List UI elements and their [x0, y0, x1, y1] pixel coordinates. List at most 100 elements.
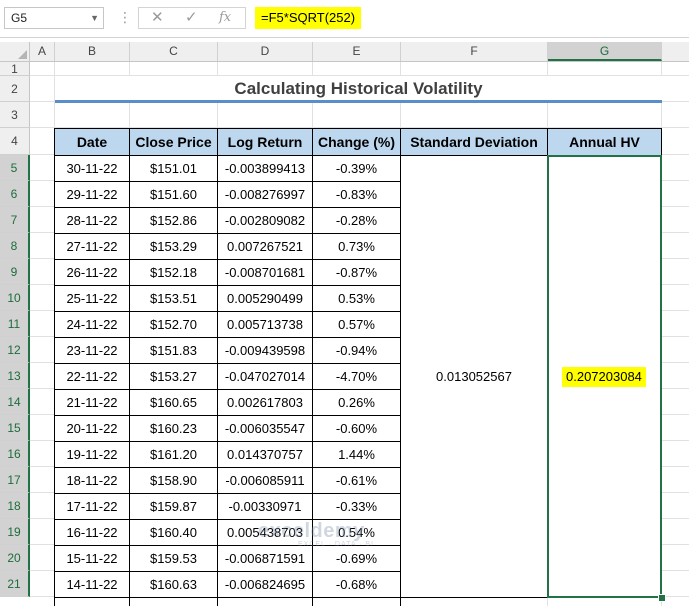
table-cell[interactable]: -0.39% [312, 155, 401, 182]
row-header-6[interactable]: 6 [0, 181, 30, 207]
table-cell[interactable]: 14-11-22 [54, 571, 130, 598]
enter-icon[interactable]: ✓ [185, 9, 198, 27]
table-cell[interactable]: $160.63 [129, 571, 218, 598]
row-header-14[interactable]: 14 [0, 389, 30, 415]
row-header-20[interactable]: 20 [0, 545, 30, 571]
table-cell[interactable]: $152.70 [129, 311, 218, 338]
table-cell[interactable]: -0.008701681 [217, 259, 313, 286]
table-cell[interactable]: -0.008276997 [217, 181, 313, 208]
table-cell[interactable]: -0.006085911 [217, 467, 313, 494]
row-header-3[interactable]: 3 [0, 102, 30, 128]
table-cell[interactable]: $153.51 [129, 285, 218, 312]
table-cell[interactable]: 0.002617803 [217, 389, 313, 416]
table-cell[interactable]: 0.73% [312, 233, 401, 260]
table-cell[interactable]: -0.60% [312, 415, 401, 442]
table-cell[interactable]: 0.014370757 [217, 441, 313, 468]
table-header-cell[interactable]: Date [54, 128, 130, 156]
table-cell[interactable]: -0.94% [312, 337, 401, 364]
select-all-button[interactable] [0, 42, 30, 61]
table-cell[interactable]: 22-11-22 [54, 363, 130, 390]
column-header-b[interactable]: B [55, 42, 130, 61]
table-cell[interactable]: -0.87% [312, 259, 401, 286]
table-cell[interactable]: -0.002809082 [217, 207, 313, 234]
table-cell[interactable]: $158.90 [129, 467, 218, 494]
table-cell[interactable]: -0.33% [312, 493, 401, 520]
row-header-8[interactable]: 8 [0, 233, 30, 259]
table-cell[interactable]: -0.00330971 [217, 493, 313, 520]
table-cell[interactable]: 0.005290499 [217, 285, 313, 312]
table-cell[interactable]: -0.009439598 [217, 337, 313, 364]
table-cell[interactable]: -4.70% [312, 363, 401, 390]
table-cell[interactable]: $153.27 [129, 363, 218, 390]
table-cell[interactable]: 30-11-22 [54, 155, 130, 182]
table-cell[interactable]: $151.01 [129, 155, 218, 182]
cancel-icon[interactable]: ✕ [151, 9, 164, 27]
table-cell[interactable]: -0.28% [312, 207, 401, 234]
table-cell[interactable]: -0.68% [312, 571, 401, 598]
table-cell[interactable]: 0.53% [312, 285, 401, 312]
table-cell[interactable]: 20-11-22 [54, 415, 130, 442]
table-cell[interactable]: $152.86 [129, 207, 218, 234]
table-header-cell[interactable]: Change (%) [312, 128, 401, 156]
table-cell[interactable]: 15-11-22 [54, 545, 130, 572]
table-cell[interactable]: 28-11-22 [54, 207, 130, 234]
row-header-9[interactable]: 9 [0, 259, 30, 285]
standard-deviation-cell[interactable]: 0.013052567 [400, 155, 548, 598]
name-box[interactable]: G5 ▼ [4, 7, 104, 29]
table-cell[interactable]: 29-11-22 [54, 181, 130, 208]
table-cell[interactable]: -0.047027014 [217, 363, 313, 390]
table-cell[interactable]: 1.44% [312, 441, 401, 468]
row-header-12[interactable]: 12 [0, 337, 30, 363]
row-header-2[interactable]: 2 [0, 76, 30, 102]
table-cell[interactable]: -0.006824695 [217, 571, 313, 598]
table-cell[interactable]: $159.53 [129, 545, 218, 572]
row-header-19[interactable]: 19 [0, 519, 30, 545]
row-header-1[interactable]: 1 [0, 62, 30, 76]
table-cell[interactable]: $161.20 [129, 441, 218, 468]
table-cell[interactable]: $160.23 [129, 415, 218, 442]
table-cell[interactable]: 19-11-22 [54, 441, 130, 468]
column-header-d[interactable]: D [218, 42, 313, 61]
table-cell[interactable]: -0.003899413 [217, 155, 313, 182]
table-cell[interactable]: 16-11-22 [54, 519, 130, 546]
formula-input[interactable]: =F5*SQRT(252) [255, 7, 362, 29]
chevron-down-icon[interactable]: ▼ [90, 8, 99, 28]
table-cell[interactable]: $151.60 [129, 181, 218, 208]
insert-function-icon[interactable]: fx [219, 9, 231, 27]
table-cell[interactable]: -0.61% [312, 467, 401, 494]
table-cell[interactable]: $160.40 [129, 519, 218, 546]
row-header-7[interactable]: 7 [0, 207, 30, 233]
column-header-c[interactable]: C [130, 42, 218, 61]
row-header-13[interactable]: 13 [0, 363, 30, 389]
table-header-cell[interactable]: Annual HV [547, 128, 662, 156]
column-header-e[interactable]: E [313, 42, 401, 61]
drag-handle-icon[interactable]: ⋮ [118, 8, 132, 26]
row-header-16[interactable]: 16 [0, 441, 30, 467]
column-header-f[interactable]: F [401, 42, 548, 61]
row-header-15[interactable]: 15 [0, 415, 30, 441]
row-header-17[interactable]: 17 [0, 467, 30, 493]
table-cell[interactable]: 27-11-22 [54, 233, 130, 260]
row-header-5[interactable]: 5 [0, 155, 30, 181]
row-header-10[interactable]: 10 [0, 285, 30, 311]
table-cell[interactable]: $159.87 [129, 493, 218, 520]
table-cell[interactable]: 18-11-22 [54, 467, 130, 494]
table-cell[interactable]: 21-11-22 [54, 389, 130, 416]
table-cell[interactable]: 0.005713738 [217, 311, 313, 338]
table-cell[interactable]: -0.69% [312, 545, 401, 572]
table-cell[interactable]: 17-11-22 [54, 493, 130, 520]
table-cell[interactable]: $152.18 [129, 259, 218, 286]
annual-hv-cell[interactable]: 0.207203084 [547, 155, 662, 598]
table-cell[interactable]: -0.006871591 [217, 545, 313, 572]
row-header-4[interactable]: 4 [0, 128, 30, 155]
table-cell[interactable]: 26-11-22 [54, 259, 130, 286]
table-cell[interactable]: 0.007267521 [217, 233, 313, 260]
table-cell[interactable]: -0.83% [312, 181, 401, 208]
column-header-g[interactable]: G [548, 42, 662, 61]
column-header-a[interactable]: A [30, 42, 55, 61]
row-header-11[interactable]: 11 [0, 311, 30, 337]
table-cell[interactable]: 24-11-22 [54, 311, 130, 338]
row-header-21[interactable]: 21 [0, 571, 30, 597]
table-cell[interactable]: 0.57% [312, 311, 401, 338]
row-header-18[interactable]: 18 [0, 493, 30, 519]
